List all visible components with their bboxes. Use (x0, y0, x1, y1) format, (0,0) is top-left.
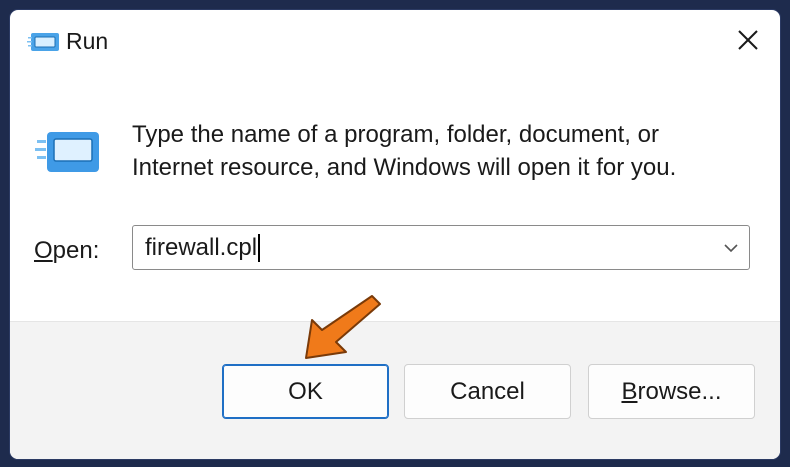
title-bar[interactable]: Run (10, 10, 780, 70)
browse-button-label: rowse... (637, 377, 722, 405)
cancel-button[interactable]: Cancel (404, 364, 571, 419)
window-title: Run (66, 28, 109, 54)
run-dialog: Run Type the name of a program, folder, … (10, 10, 780, 459)
chevron-down-icon[interactable] (721, 238, 741, 258)
cancel-button-label: Cancel (450, 377, 525, 405)
close-button[interactable] (728, 20, 768, 60)
open-label-text: pen: (52, 237, 100, 264)
close-icon (738, 30, 758, 50)
button-bar: OK Cancel Browse... (10, 321, 780, 459)
open-input-value: firewall.cpl (145, 234, 258, 261)
browse-button[interactable]: Browse... (588, 364, 755, 419)
description-line-2: Internet resource, and Windows will open… (132, 154, 677, 181)
run-description: Type the name of a program, folder, docu… (132, 118, 752, 184)
ok-button-label: OK (288, 377, 323, 405)
run-app-icon (35, 132, 99, 172)
open-input[interactable]: firewall.cpl (145, 234, 261, 262)
browse-button-mnemonic: B (621, 377, 638, 405)
description-line-1: Type the name of a program, folder, docu… (132, 121, 659, 148)
ok-button[interactable]: OK (222, 364, 389, 419)
open-label: Open: (34, 236, 99, 266)
open-label-mnemonic: O (34, 237, 53, 264)
screenshot-stage: Run Type the name of a program, folder, … (0, 0, 790, 467)
run-app-icon (27, 33, 59, 51)
open-combobox[interactable]: firewall.cpl (132, 225, 750, 270)
text-caret (258, 234, 261, 262)
